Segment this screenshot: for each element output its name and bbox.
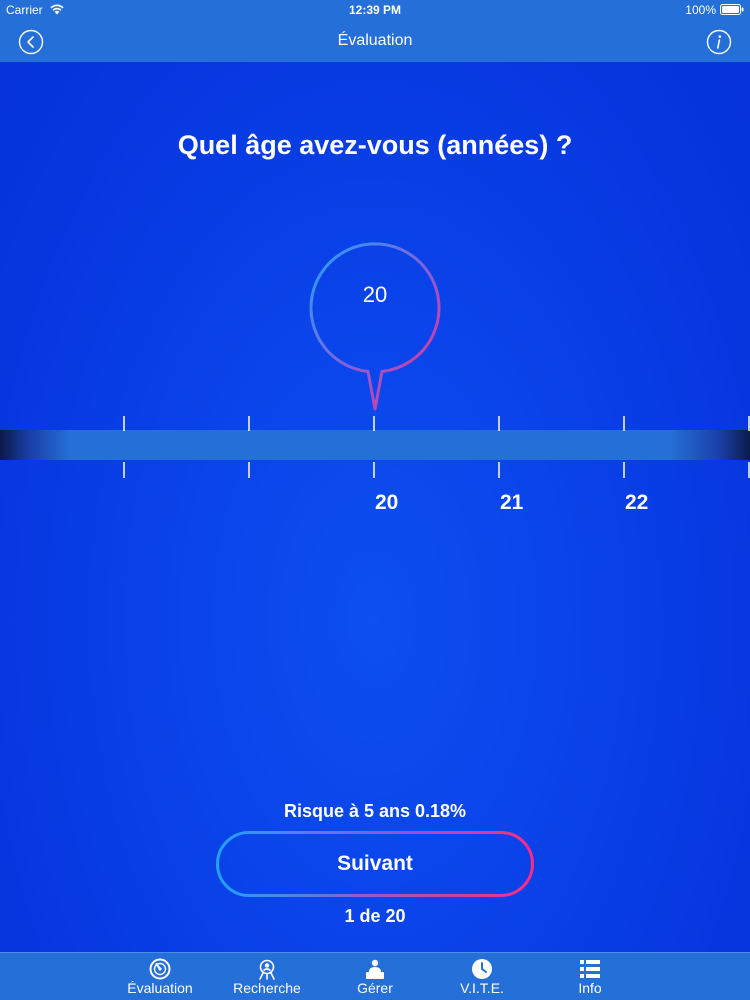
tick-label-22: 22 (625, 491, 649, 514)
tab-label-evaluation: Évaluation (127, 980, 193, 996)
list-icon (580, 960, 600, 978)
status-time: 12:39 PM (348, 3, 402, 17)
slider-ruler[interactable] (0, 412, 750, 482)
value-bubble (309, 242, 441, 411)
nav-bar: Évaluation (0, 20, 750, 62)
tab-label-recherche: Recherche (233, 980, 301, 996)
clock-icon (472, 959, 492, 979)
battery-percent: 100% (685, 3, 716, 17)
next-button-label: Suivant (337, 852, 413, 875)
info-button[interactable] (706, 29, 732, 55)
tab-recherche[interactable]: Recherche (222, 953, 312, 1000)
next-button[interactable]: Suivant (216, 831, 534, 897)
person-desk-icon (366, 959, 384, 979)
tab-bar: Évaluation Recherche Gérer V.I.T.E. Info (0, 952, 750, 1000)
gauge-icon (149, 958, 171, 980)
nav-title: Évaluation (337, 32, 413, 49)
tick-label-20: 20 (375, 491, 399, 514)
tab-gerer[interactable]: Gérer (330, 953, 420, 1000)
tab-evaluation[interactable]: Évaluation (115, 953, 205, 1000)
tab-label-gerer: Gérer (357, 980, 393, 996)
status-bar: Carrier 12:39 PM 100% (0, 0, 750, 20)
risk-text: Risque à 5 ans 0.18% (283, 801, 467, 821)
tab-info[interactable]: Info (545, 953, 635, 1000)
research-icon (259, 959, 275, 980)
tick-label-21: 21 (500, 491, 524, 514)
question-title: Quel âge avez-vous (années) ? (177, 130, 573, 160)
tab-vite[interactable]: V.I.T.E. (437, 953, 527, 1000)
progress-text: 1 de 20 (344, 906, 406, 926)
tab-label-info: Info (578, 980, 602, 996)
battery-icon (720, 4, 744, 15)
selected-value: 20 (362, 282, 388, 307)
tab-label-vite: V.I.T.E. (460, 980, 504, 996)
screen: Carrier 12:39 PM 100% Évaluation Quel âg… (0, 0, 750, 1000)
